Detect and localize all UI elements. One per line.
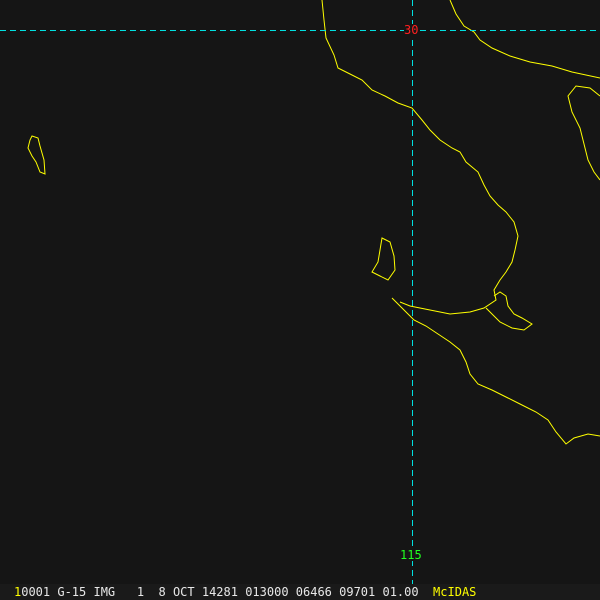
gulf-coast-north bbox=[449, 0, 600, 79]
gulf-island-east bbox=[567, 85, 600, 181]
mcidas-brand: McIDAS bbox=[433, 585, 477, 599]
gridlines bbox=[0, 0, 600, 584]
island-west bbox=[27, 135, 46, 175]
bay-coast bbox=[485, 291, 533, 331]
satellite-image-frame: 30 115 10001 G-15 IMG 1 8 OCT 14281 0130… bbox=[0, 0, 600, 600]
image-info: 0001 G-15 IMG 1 8 OCT 14281 013000 06466… bbox=[21, 585, 419, 599]
longitude-label: 115 bbox=[400, 548, 422, 562]
baja-southern-coast bbox=[391, 297, 600, 445]
latitude-label: 30 bbox=[404, 23, 419, 37]
island-cedros bbox=[371, 237, 396, 281]
map-overlay bbox=[0, 0, 600, 584]
baja-pacific-coast bbox=[321, 0, 519, 315]
coastlines bbox=[27, 0, 600, 445]
status-bar: 10001 G-15 IMG 1 8 OCT 14281 013000 0646… bbox=[0, 584, 600, 600]
